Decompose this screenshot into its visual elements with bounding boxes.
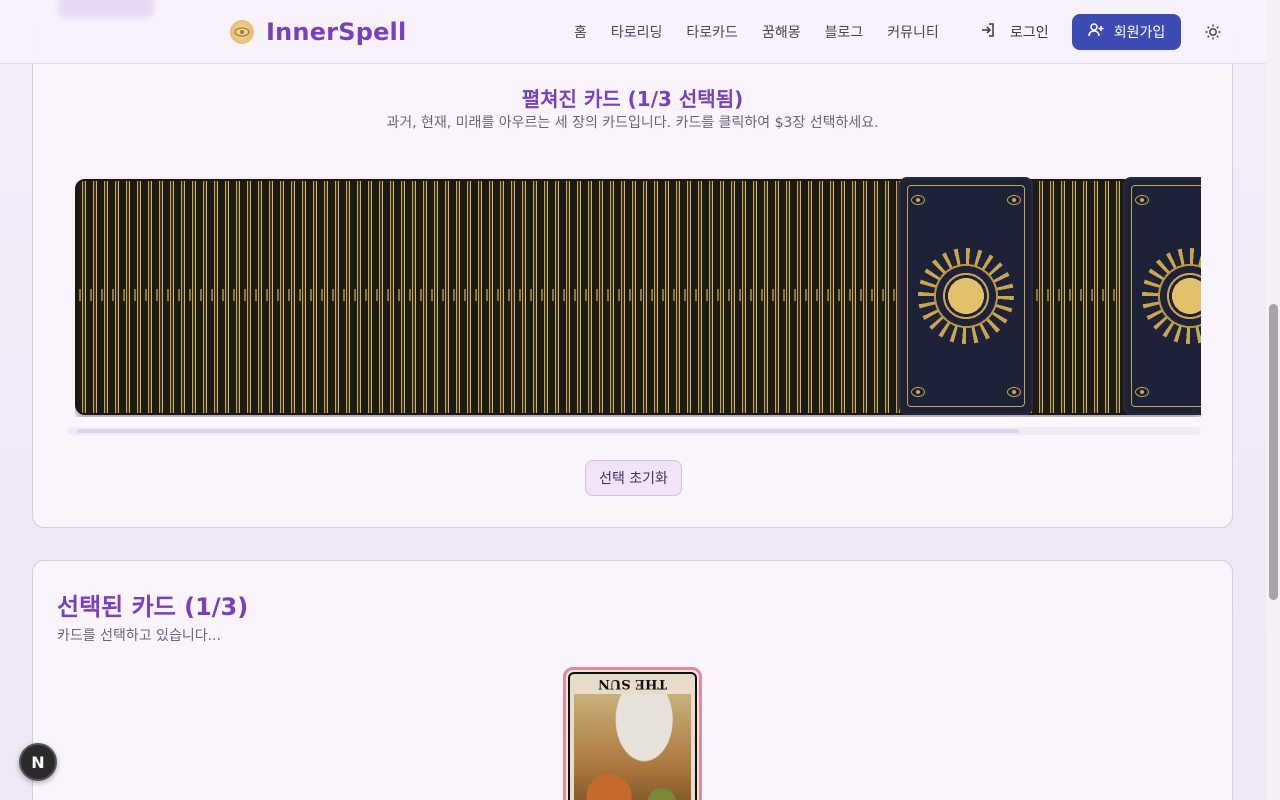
card-spread-panel: 펼쳐진 카드 (1/3 선택됨) 과거, 현재, 미래를 아우르는 세 장의 카…	[32, 20, 1233, 528]
login-button[interactable]: 로그인	[980, 22, 1049, 42]
reset-selection-button[interactable]: 선택 초기화	[585, 460, 682, 496]
nav-item-dream-interpretation[interactable]: 꿈해몽	[762, 22, 801, 42]
nav-item-tarot-reading[interactable]: 타로리딩	[611, 22, 663, 42]
login-label: 로그인	[1010, 25, 1049, 41]
theme-toggle[interactable]	[1204, 23, 1222, 45]
floating-n-button[interactable]: N	[19, 743, 57, 781]
page-scrollbar[interactable]	[1266, 0, 1280, 800]
deck-scroll-thumb[interactable]	[77, 429, 1019, 433]
signup-button[interactable]: 회원가입	[1072, 14, 1181, 50]
deck-horizontal-scrollbar[interactable]	[67, 427, 1201, 435]
eye-icon	[911, 195, 925, 205]
signup-label: 회원가입	[1113, 25, 1166, 41]
card-deck-scroller[interactable]	[75, 177, 1201, 417]
nav-item-blog[interactable]: 블로그	[825, 22, 864, 42]
eye-icon	[911, 387, 925, 397]
brand-name: InnerSpell	[266, 18, 407, 46]
sun-icon	[1204, 24, 1222, 45]
eye-logo-icon	[230, 20, 254, 44]
top-navigation-bar: InnerSpell 홈 타로리딩 타로카드 꿈해몽 블로그 커뮤니티 로그인 …	[0, 0, 1266, 64]
spread-title: 펼쳐진 카드 (1/3 선택됨)	[521, 87, 744, 111]
eye-icon	[1007, 387, 1021, 397]
main-nav: 홈 타로리딩 타로카드 꿈해몽 블로그 커뮤니티	[574, 22, 963, 42]
nav-item-tarot-cards[interactable]: 타로카드	[686, 22, 738, 42]
selected-cards-title: 선택된 카드 (1/3)	[57, 593, 249, 621]
eye-icon	[1135, 195, 1149, 205]
user-plus-icon	[1087, 22, 1104, 42]
page-scroll-thumb[interactable]	[1269, 304, 1278, 600]
selected-cards-status: 카드를 선택하고 있습니다...	[57, 628, 221, 644]
brand-logo[interactable]: InnerSpell	[230, 18, 406, 46]
nav-item-community[interactable]: 커뮤니티	[887, 22, 939, 42]
deck-card-face-down[interactable]	[1123, 177, 1201, 415]
card-artwork	[574, 694, 691, 800]
card-name: THE SUN	[598, 676, 667, 691]
faded-heading-ghost	[58, 0, 154, 18]
selected-card[interactable]: THE SUN	[563, 667, 702, 800]
sun-emblem-icon	[918, 248, 1014, 344]
spread-subtitle: 과거, 현재, 미래를 아우르는 세 장의 카드입니다. 카드를 클릭하여 $3…	[386, 115, 879, 131]
nav-item-home[interactable]: 홈	[574, 22, 587, 42]
selected-cards-panel: 선택된 카드 (1/3) 카드를 선택하고 있습니다... THE SUN	[32, 560, 1233, 800]
eye-icon	[1007, 195, 1021, 205]
card-face: THE SUN	[568, 672, 697, 800]
eye-icon	[1135, 387, 1149, 397]
login-icon	[980, 22, 996, 42]
deck-card-face-down[interactable]	[899, 177, 1033, 415]
